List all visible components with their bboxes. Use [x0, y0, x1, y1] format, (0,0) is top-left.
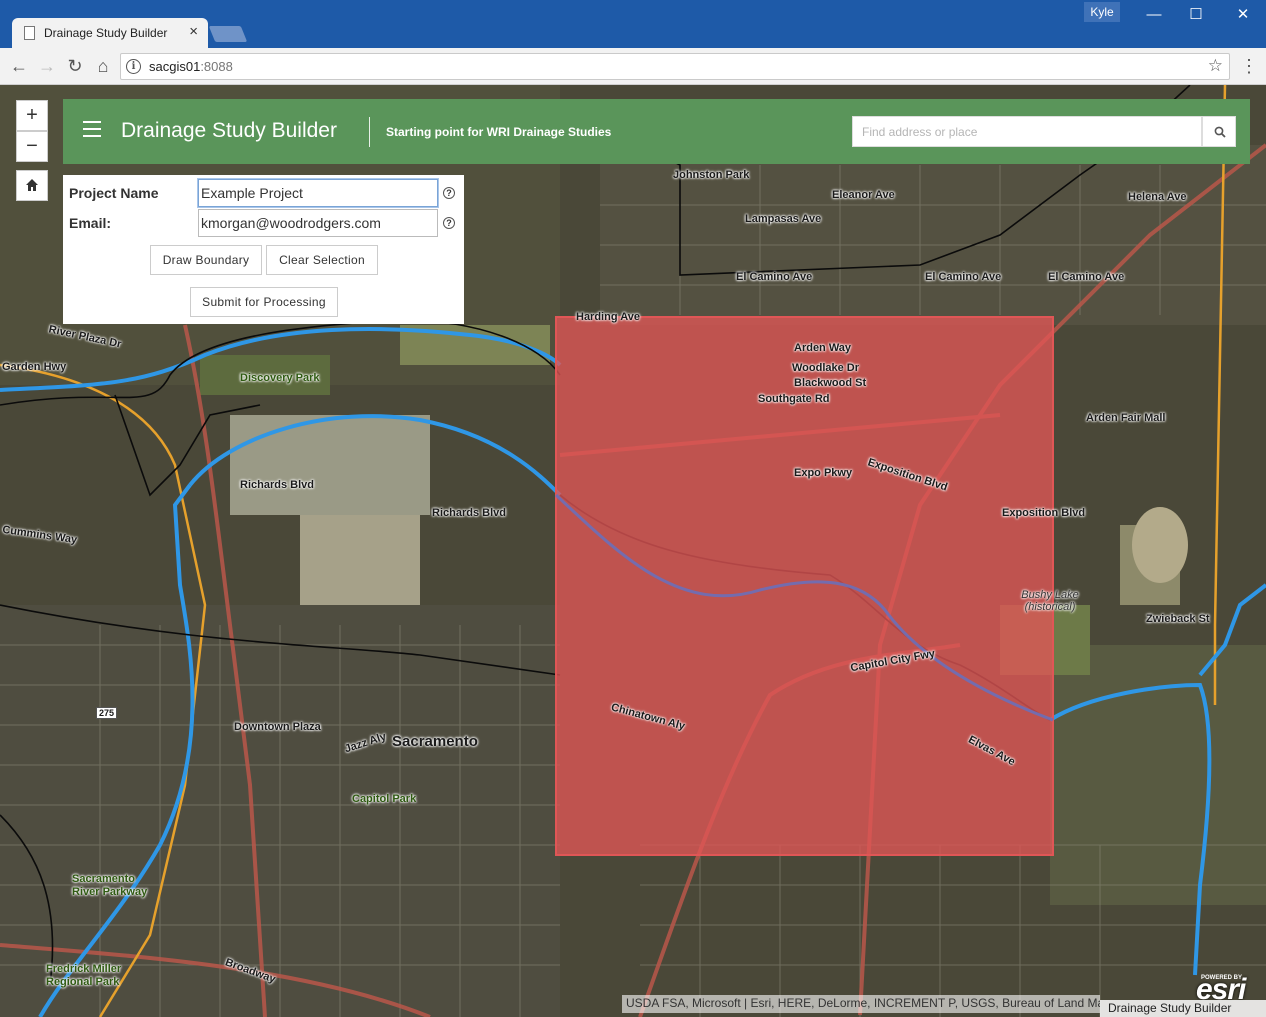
map-label: Southgate Rd [758, 393, 830, 405]
tab-close-icon[interactable]: × [189, 23, 198, 40]
map-label: Helena Ave [1128, 191, 1187, 203]
map-label: Eleanor Ave [832, 189, 895, 201]
minimize-button[interactable]: — [1139, 4, 1169, 26]
new-tab-button[interactable] [208, 26, 248, 42]
map-label: El Camino Ave [925, 271, 1002, 283]
email-input[interactable] [198, 209, 438, 237]
map-label: Blackwood St [794, 377, 867, 389]
search-container [852, 116, 1202, 147]
maximize-button[interactable]: ☐ [1181, 4, 1211, 26]
address-bar[interactable]: i sacgis01:8088 ☆ [120, 53, 1230, 80]
reload-icon[interactable]: ↻ [63, 54, 87, 78]
map-label: El Camino Ave [1048, 271, 1125, 283]
map-label: Zwieback St [1146, 613, 1210, 625]
app-header: Drainage Study Builder Starting point fo… [63, 99, 1250, 164]
close-window-button[interactable]: ✕ [1228, 4, 1258, 26]
profile-badge[interactable]: Kyle [1084, 2, 1120, 22]
search-icon [1214, 126, 1226, 138]
map-label: Garden Hwy [2, 361, 67, 373]
map-label: Bushy Lake (historical) [1021, 589, 1079, 613]
map-label: Arden Fair Mall [1086, 412, 1166, 424]
map-label: Harding Ave [576, 311, 640, 323]
map-label: Sacramento [392, 733, 478, 750]
project-name-label: Project Name [69, 185, 159, 201]
browser-menu-icon[interactable]: ⋮ [1240, 54, 1258, 78]
forward-arrow-icon[interactable]: → [35, 54, 59, 78]
map-label: Capitol Park [352, 793, 417, 805]
project-form-panel: Project Name ? Email: ? Draw Boundary Cl… [63, 175, 464, 324]
draw-boundary-button[interactable]: Draw Boundary [150, 245, 262, 275]
map-label: Fredrick Miller Regional Park [46, 963, 122, 988]
browser-titlebar: Drainage Study Builder × Kyle — ☐ ✕ [0, 0, 1266, 48]
map-label: Arden Way [794, 342, 852, 354]
home-icon [26, 179, 38, 191]
map-label: Exposition Blvd [1002, 507, 1086, 519]
map-label: Johnston Park [673, 169, 750, 181]
bookmark-star-icon[interactable]: ☆ [1208, 56, 1223, 76]
project-name-help-icon[interactable]: ? [443, 187, 455, 199]
hamburger-menu-icon[interactable] [83, 121, 101, 137]
submit-for-processing-button[interactable]: Submit for Processing [190, 287, 338, 317]
map-label: Expo Pkwy [794, 467, 853, 479]
map-attribution: USDA FSA, Microsoft | Esri, HERE, DeLorm… [622, 995, 1100, 1013]
document-icon [24, 26, 35, 40]
app-subtitle: Starting point for WRI Drainage Studies [386, 125, 612, 139]
map-label: Richards Blvd [240, 479, 314, 491]
home-extent-button[interactable] [16, 170, 48, 201]
map-label: Downtown Plaza [234, 721, 321, 733]
app-title: Drainage Study Builder [121, 119, 337, 142]
tab-title: Drainage Study Builder [44, 26, 168, 40]
map-label: Discovery Park [240, 372, 320, 384]
home-page-icon[interactable]: ⌂ [91, 54, 115, 78]
site-info-icon[interactable]: i [126, 59, 141, 74]
map-label: Lampasas Ave [745, 213, 822, 225]
zoom-in-button[interactable]: + [16, 100, 48, 131]
clear-selection-button[interactable]: Clear Selection [266, 245, 378, 275]
project-name-input[interactable] [198, 179, 438, 207]
back-arrow-icon[interactable]: ← [7, 54, 31, 78]
email-label: Email: [69, 215, 112, 231]
map-label: El Camino Ave [736, 271, 813, 283]
zoom-out-button[interactable]: − [16, 131, 48, 162]
map-view[interactable]: Johnston Park Eleanor Ave Helena Ave Lam… [0, 85, 1266, 1017]
email-help-icon[interactable]: ? [443, 217, 455, 229]
browser-tab[interactable]: Drainage Study Builder × [12, 18, 208, 48]
highway-shield: 275 [96, 707, 118, 719]
url-text: sacgis01:8088 [149, 59, 233, 74]
footer-app-title: Drainage Study Builder [1100, 1000, 1266, 1017]
search-button[interactable] [1202, 116, 1236, 147]
header-divider [369, 117, 370, 147]
map-label: Richards Blvd [432, 507, 506, 519]
search-input[interactable] [853, 117, 1202, 146]
map-label: Woodlake Dr [792, 362, 860, 374]
browser-toolbar: ← → ↻ ⌂ i sacgis01:8088 ☆ ⋮ [0, 48, 1266, 85]
map-label: Sacramento River Parkway [72, 873, 148, 898]
